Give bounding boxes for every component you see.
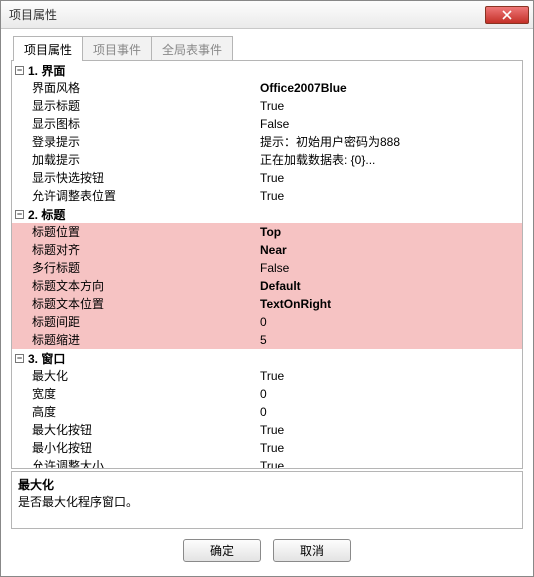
property-label: 标题文本位置	[32, 295, 260, 313]
cancel-button[interactable]: 取消	[273, 539, 351, 562]
property-row[interactable]: 登录提示提示：初始用户密码为888	[12, 133, 522, 151]
titlebar: 项目属性	[1, 1, 533, 29]
ok-button-label: 确定	[210, 542, 234, 559]
group-title: 2. 标题	[28, 206, 65, 223]
property-label: 登录提示	[32, 133, 260, 151]
property-value[interactable]: False	[260, 115, 522, 133]
property-label: 显示快选按钮	[32, 169, 260, 187]
property-label: 宽度	[32, 385, 260, 403]
group-header[interactable]: −2. 标题	[12, 205, 522, 223]
property-value[interactable]: True	[260, 439, 522, 457]
property-row[interactable]: 高度0	[12, 403, 522, 421]
group-title: 1. 界面	[28, 62, 65, 79]
tab-project-events[interactable]: 项目事件	[82, 36, 152, 61]
property-value[interactable]: True	[260, 187, 522, 205]
property-value[interactable]: True	[260, 457, 522, 469]
property-label: 加载提示	[32, 151, 260, 169]
collapse-icon[interactable]: −	[15, 210, 24, 219]
property-value[interactable]: TextOnRight	[260, 295, 522, 313]
close-icon	[502, 10, 512, 20]
property-value[interactable]: True	[260, 367, 522, 385]
description-title: 最大化	[18, 476, 516, 493]
property-value[interactable]: 5	[260, 331, 522, 349]
property-label: 最大化按钮	[32, 421, 260, 439]
property-row[interactable]: 显示标题True	[12, 97, 522, 115]
property-value[interactable]: True	[260, 421, 522, 439]
description-text: 是否最大化程序窗口。	[18, 493, 516, 510]
property-label: 标题缩进	[32, 331, 260, 349]
tab-project-properties[interactable]: 项目属性	[13, 36, 83, 61]
property-row[interactable]: 标题文本方向Default	[12, 277, 522, 295]
property-label: 高度	[32, 403, 260, 421]
property-value[interactable]: 0	[260, 403, 522, 421]
button-bar: 确定 取消	[1, 529, 533, 574]
property-value[interactable]: Near	[260, 241, 522, 259]
tab-global-table-events[interactable]: 全局表事件	[151, 36, 233, 61]
property-value[interactable]: 0	[260, 385, 522, 403]
property-row[interactable]: 标题文本位置TextOnRight	[12, 295, 522, 313]
property-label: 显示图标	[32, 115, 260, 133]
property-row[interactable]: 标题缩进5	[12, 331, 522, 349]
property-row[interactable]: 允许调整表位置True	[12, 187, 522, 205]
collapse-icon[interactable]: −	[15, 354, 24, 363]
tab-label: 项目属性	[24, 43, 72, 57]
ok-button[interactable]: 确定	[183, 539, 261, 562]
property-value[interactable]: 正在加载数据表: {0}...	[260, 151, 522, 169]
window-title: 项目属性	[9, 6, 485, 23]
property-row[interactable]: 加载提示正在加载数据表: {0}...	[12, 151, 522, 169]
property-label: 标题间距	[32, 313, 260, 331]
property-value[interactable]: 0	[260, 313, 522, 331]
property-label: 多行标题	[32, 259, 260, 277]
property-row[interactable]: 最大化True	[12, 367, 522, 385]
property-label: 标题对齐	[32, 241, 260, 259]
property-grid[interactable]: −1. 界面界面风格Office2007Blue显示标题True显示图标Fals…	[11, 60, 523, 469]
property-row[interactable]: 多行标题False	[12, 259, 522, 277]
cancel-button-label: 取消	[300, 542, 324, 559]
content-area: 项目属性 项目事件 全局表事件 −1. 界面界面风格Office2007Blue…	[1, 29, 533, 529]
property-row[interactable]: 标题间距0	[12, 313, 522, 331]
property-row[interactable]: 标题位置Top	[12, 223, 522, 241]
property-value[interactable]: Office2007Blue	[260, 79, 522, 97]
group-header[interactable]: −3. 窗口	[12, 349, 522, 367]
tab-strip: 项目属性 项目事件 全局表事件	[13, 35, 523, 60]
group-header[interactable]: −1. 界面	[12, 61, 522, 79]
property-label: 显示标题	[32, 97, 260, 115]
collapse-icon[interactable]: −	[15, 66, 24, 75]
property-row[interactable]: 标题对齐Near	[12, 241, 522, 259]
property-row[interactable]: 显示图标False	[12, 115, 522, 133]
tab-label: 全局表事件	[162, 43, 222, 57]
property-value[interactable]: 提示：初始用户密码为888	[260, 133, 522, 151]
property-value[interactable]: False	[260, 259, 522, 277]
property-value[interactable]: Top	[260, 223, 522, 241]
property-label: 标题文本方向	[32, 277, 260, 295]
group-title: 3. 窗口	[28, 350, 65, 367]
tab-label: 项目事件	[93, 43, 141, 57]
property-label: 最大化	[32, 367, 260, 385]
property-label: 最小化按钮	[32, 439, 260, 457]
property-row[interactable]: 最大化按钮True	[12, 421, 522, 439]
property-row[interactable]: 宽度0	[12, 385, 522, 403]
property-label: 允许调整表位置	[32, 187, 260, 205]
property-row[interactable]: 界面风格Office2007Blue	[12, 79, 522, 97]
property-row[interactable]: 显示快选按钮True	[12, 169, 522, 187]
property-value[interactable]: True	[260, 97, 522, 115]
property-label: 允许调整大小	[32, 457, 260, 469]
property-value[interactable]: Default	[260, 277, 522, 295]
property-row[interactable]: 最小化按钮True	[12, 439, 522, 457]
description-panel: 最大化 是否最大化程序窗口。	[11, 471, 523, 529]
close-button[interactable]	[485, 6, 529, 24]
property-row[interactable]: 允许调整大小True	[12, 457, 522, 469]
property-value[interactable]: True	[260, 169, 522, 187]
property-label: 界面风格	[32, 79, 260, 97]
property-label: 标题位置	[32, 223, 260, 241]
